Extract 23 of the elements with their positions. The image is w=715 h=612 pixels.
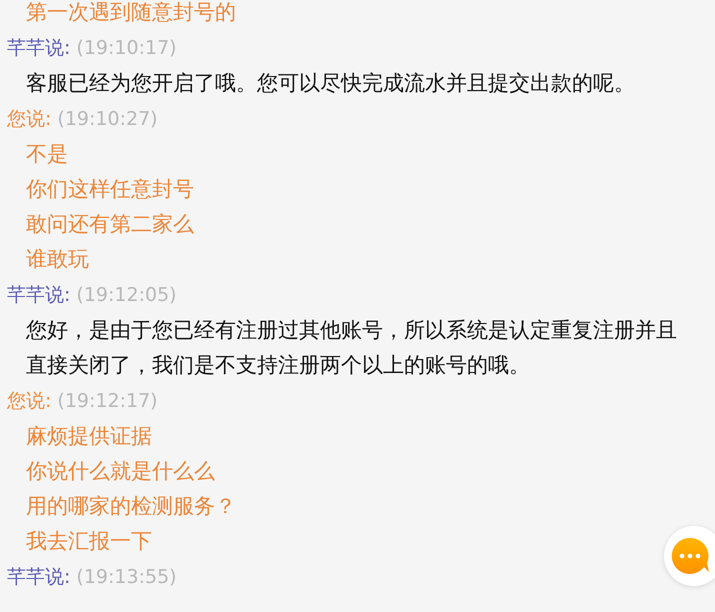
message-text: 我去汇报一下: [25, 528, 153, 555]
message-time: (19:10:17): [76, 37, 177, 59]
message-text: 第一次遇到随意封号的: [25, 0, 237, 26]
sender-name: 芊芊说:: [7, 37, 70, 59]
message-time: (19:10:27): [57, 108, 158, 130]
message-time: (19:13:55): [76, 566, 177, 588]
message-text: 用的哪家的检测服务？: [25, 493, 237, 520]
message-text: 客服已经为您开启了哦。您可以尽快完成流水并且提交出款的呢。: [25, 70, 636, 97]
message-time: (19:12:05): [76, 284, 177, 306]
message-text: 谁敢玩: [25, 246, 90, 273]
message-text: 你们这样任意封号: [25, 176, 195, 203]
chat-bubble-icon: [670, 536, 710, 576]
sender-name: 您说:: [7, 108, 52, 130]
message-text: 不是: [25, 141, 69, 168]
sender-name: 芊芊说:: [7, 284, 70, 306]
message-text: 敢问还有第二家么: [25, 211, 195, 238]
message-text: 你说什么就是什么么: [25, 458, 216, 485]
message-text: 您好，是由于您已经有注册过其他账号，所以系统是认定重复注册并且直接关闭了，我们是不支持注册两个以上的账号的哦。: [25, 317, 678, 379]
message-text: 麻烦提供证据: [25, 423, 153, 450]
message-time: (19:12:17): [57, 390, 158, 412]
sender-name: 芊芊说:: [7, 566, 70, 588]
chat-button[interactable]: [664, 526, 715, 586]
sender-name: 您说:: [7, 390, 52, 412]
